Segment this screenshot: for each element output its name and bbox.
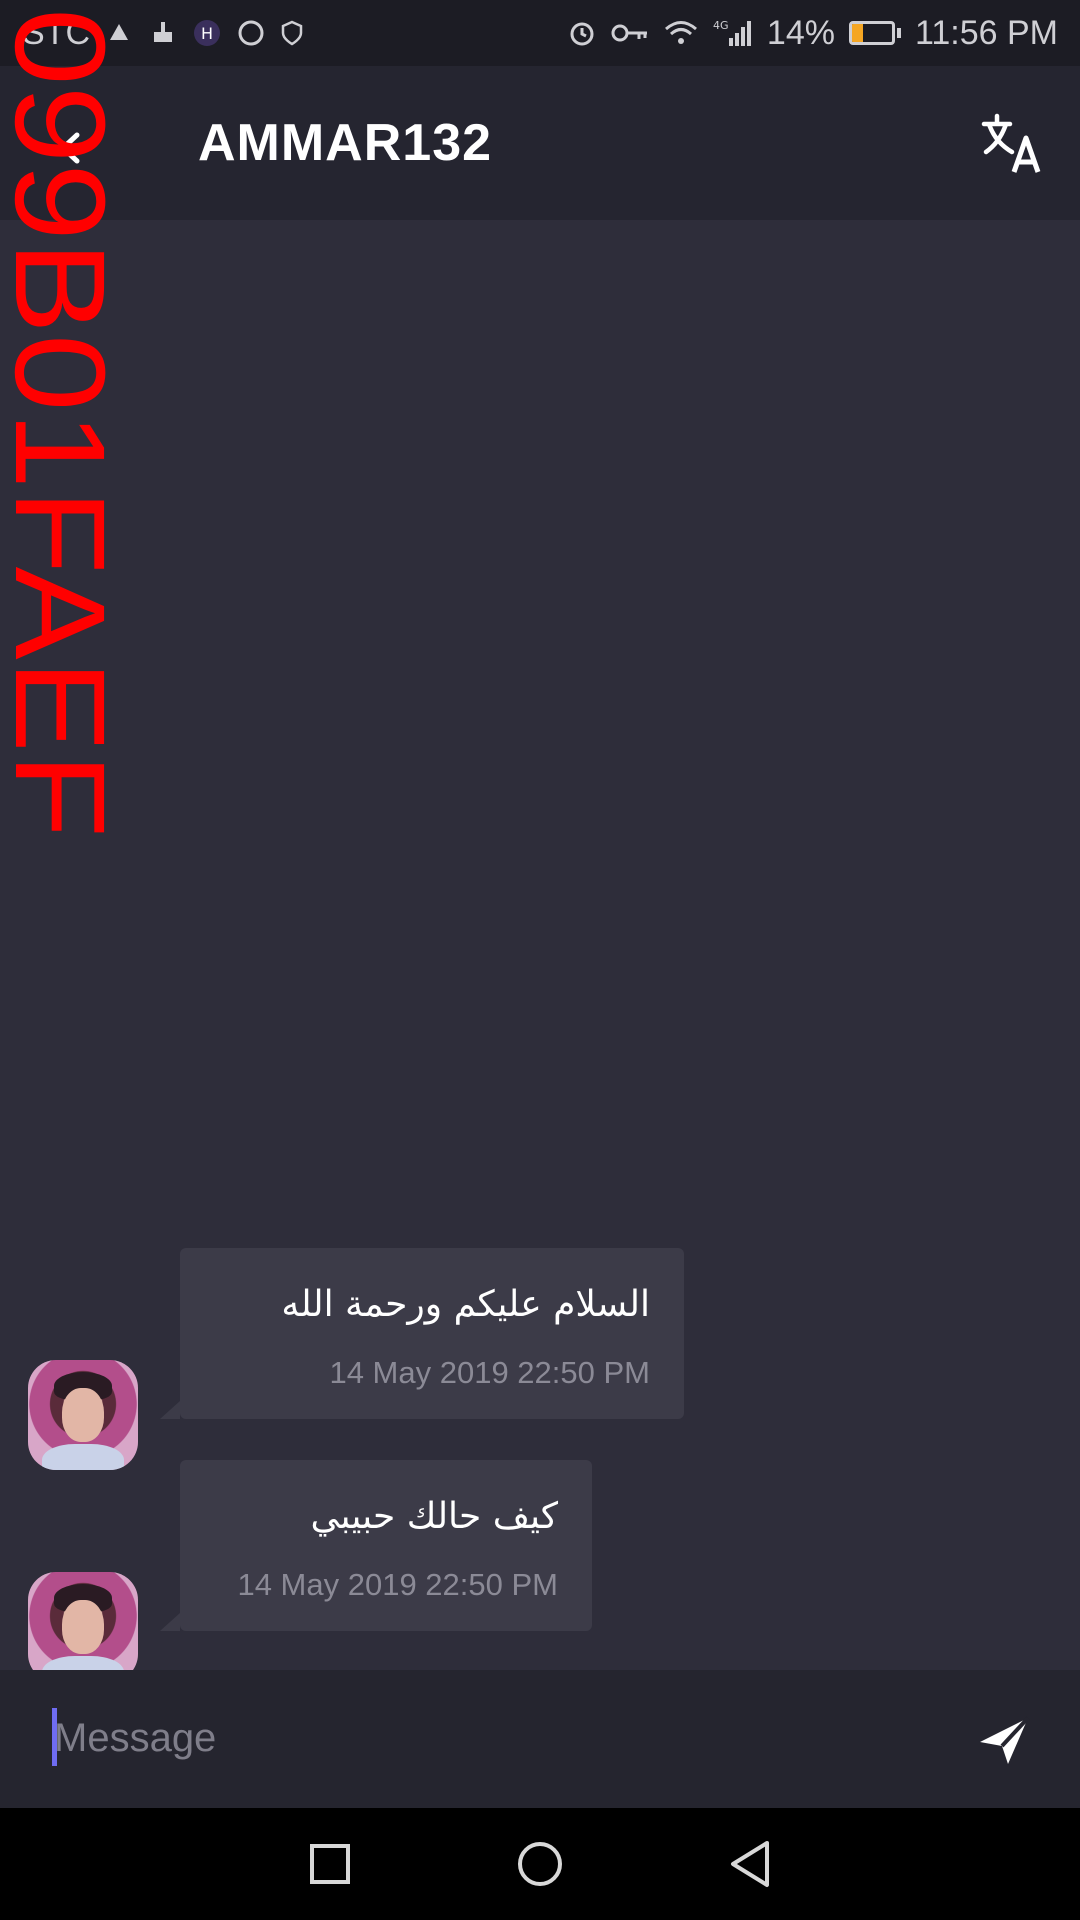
status-bar: STC H 4G 14% 11:56 PM [0, 0, 1080, 66]
message-input[interactable] [54, 1700, 934, 1776]
shield-icon [280, 20, 304, 46]
composer [0, 1670, 1080, 1808]
translate-icon[interactable] [974, 106, 1050, 182]
battery-icon [848, 21, 901, 45]
wifi-icon [663, 18, 699, 48]
message-bubble[interactable]: السلام عليكم ورحمة الله 14 May 2019 22:5… [160, 1248, 684, 1419]
svg-text:4G: 4G [713, 19, 729, 32]
back-arrow-icon[interactable] [40, 116, 104, 180]
notification-icon [104, 18, 134, 48]
alarm-icon [567, 18, 597, 48]
message-bubble[interactable]: كيف حالك حبيبي 14 May 2019 22:50 PM [160, 1460, 592, 1631]
cleaner-icon [148, 18, 178, 48]
back-nav-icon[interactable] [720, 1834, 780, 1894]
status-right: 4G 14% 11:56 PM [567, 14, 1058, 53]
app-h-icon: H [192, 18, 222, 48]
message-timestamp: 14 May 2019 22:50 PM [237, 1566, 558, 1602]
chat-area[interactable]: السلام عليكم ورحمة الله 14 May 2019 22:5… [0, 220, 1080, 1682]
message-text: كيف حالك حبيبي [310, 1496, 558, 1537]
message-text: السلام عليكم ورحمة الله [281, 1284, 650, 1325]
carrier-label: STC [22, 13, 90, 52]
send-icon[interactable] [968, 1704, 1040, 1776]
message-timestamp: 14 May 2019 22:50 PM [329, 1354, 650, 1390]
recents-icon[interactable] [300, 1834, 360, 1894]
signal-icon: 4G [713, 18, 753, 48]
status-time: 11:56 PM [914, 13, 1058, 52]
whatsapp-icon [236, 18, 266, 48]
vpn-key-icon [611, 18, 649, 48]
avatar[interactable] [28, 1360, 138, 1470]
app-bar: AMMAR132 [0, 66, 1080, 220]
avatar[interactable] [28, 1572, 138, 1682]
home-icon[interactable] [510, 1834, 570, 1894]
svg-text:H: H [201, 24, 213, 43]
status-left: STC H [22, 14, 304, 53]
system-nav-bar [0, 1808, 1080, 1920]
page-title: AMMAR132 [198, 114, 493, 172]
battery-percent: 14% [766, 13, 835, 52]
